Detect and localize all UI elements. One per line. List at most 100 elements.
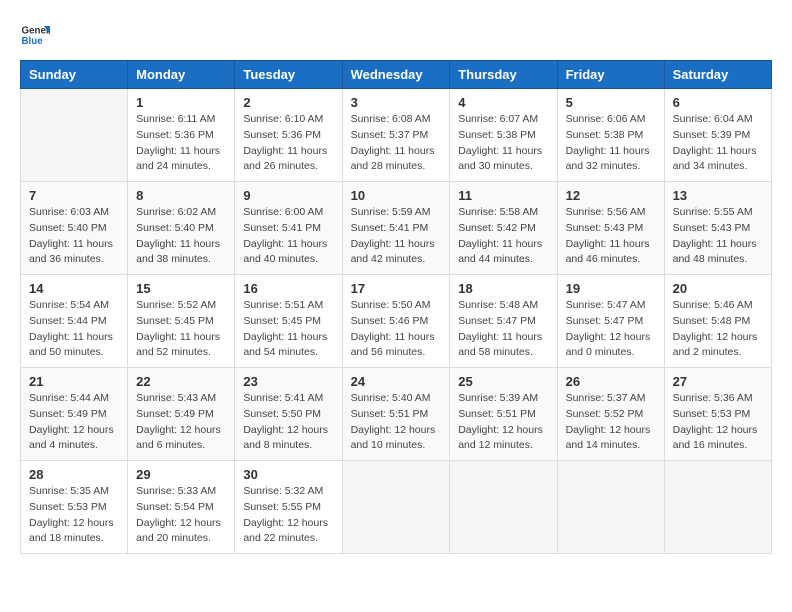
day-detail: Sunrise: 5:33 AMSunset: 5:54 PMDaylight:…: [136, 484, 226, 547]
day-detail: Sunrise: 5:48 AMSunset: 5:47 PMDaylight:…: [458, 298, 548, 361]
day-detail: Sunrise: 5:47 AMSunset: 5:47 PMDaylight:…: [566, 298, 656, 361]
calendar-cell: 18 Sunrise: 5:48 AMSunset: 5:47 PMDaylig…: [450, 275, 557, 368]
calendar-cell: 9 Sunrise: 6:00 AMSunset: 5:41 PMDayligh…: [235, 182, 342, 275]
calendar-cell: 25 Sunrise: 5:39 AMSunset: 5:51 PMDaylig…: [450, 368, 557, 461]
calendar-cell: 27 Sunrise: 5:36 AMSunset: 5:53 PMDaylig…: [664, 368, 771, 461]
day-detail: Sunrise: 5:56 AMSunset: 5:43 PMDaylight:…: [566, 205, 656, 268]
day-number: 24: [351, 374, 442, 389]
day-number: 2: [243, 95, 333, 110]
day-number: 15: [136, 281, 226, 296]
day-number: 17: [351, 281, 442, 296]
calendar-cell: 15 Sunrise: 5:52 AMSunset: 5:45 PMDaylig…: [128, 275, 235, 368]
week-row-1: 1 Sunrise: 6:11 AMSunset: 5:36 PMDayligh…: [21, 89, 772, 182]
day-number: 16: [243, 281, 333, 296]
calendar-cell: 13 Sunrise: 5:55 AMSunset: 5:43 PMDaylig…: [664, 182, 771, 275]
day-number: 18: [458, 281, 548, 296]
day-number: 14: [29, 281, 119, 296]
calendar-cell: 17 Sunrise: 5:50 AMSunset: 5:46 PMDaylig…: [342, 275, 450, 368]
day-detail: Sunrise: 6:08 AMSunset: 5:37 PMDaylight:…: [351, 112, 442, 175]
calendar-cell: [21, 89, 128, 182]
logo: General Blue: [20, 20, 50, 50]
day-number: 19: [566, 281, 656, 296]
day-detail: Sunrise: 5:37 AMSunset: 5:52 PMDaylight:…: [566, 391, 656, 454]
day-detail: Sunrise: 5:41 AMSunset: 5:50 PMDaylight:…: [243, 391, 333, 454]
day-number: 4: [458, 95, 548, 110]
day-detail: Sunrise: 6:04 AMSunset: 5:39 PMDaylight:…: [673, 112, 763, 175]
day-number: 28: [29, 467, 119, 482]
day-detail: Sunrise: 5:39 AMSunset: 5:51 PMDaylight:…: [458, 391, 548, 454]
day-detail: Sunrise: 5:44 AMSunset: 5:49 PMDaylight:…: [29, 391, 119, 454]
week-row-4: 21 Sunrise: 5:44 AMSunset: 5:49 PMDaylig…: [21, 368, 772, 461]
logo-icon: General Blue: [20, 20, 50, 50]
day-number: 9: [243, 188, 333, 203]
week-row-2: 7 Sunrise: 6:03 AMSunset: 5:40 PMDayligh…: [21, 182, 772, 275]
calendar-cell: 11 Sunrise: 5:58 AMSunset: 5:42 PMDaylig…: [450, 182, 557, 275]
calendar-cell: 21 Sunrise: 5:44 AMSunset: 5:49 PMDaylig…: [21, 368, 128, 461]
calendar-cell: 29 Sunrise: 5:33 AMSunset: 5:54 PMDaylig…: [128, 461, 235, 554]
day-number: 6: [673, 95, 763, 110]
weekday-header-sunday: Sunday: [21, 61, 128, 89]
week-row-5: 28 Sunrise: 5:35 AMSunset: 5:53 PMDaylig…: [21, 461, 772, 554]
calendar-cell: 22 Sunrise: 5:43 AMSunset: 5:49 PMDaylig…: [128, 368, 235, 461]
day-detail: Sunrise: 5:40 AMSunset: 5:51 PMDaylight:…: [351, 391, 442, 454]
calendar-cell: 28 Sunrise: 5:35 AMSunset: 5:53 PMDaylig…: [21, 461, 128, 554]
calendar-cell: 23 Sunrise: 5:41 AMSunset: 5:50 PMDaylig…: [235, 368, 342, 461]
calendar-cell: 8 Sunrise: 6:02 AMSunset: 5:40 PMDayligh…: [128, 182, 235, 275]
day-detail: Sunrise: 6:02 AMSunset: 5:40 PMDaylight:…: [136, 205, 226, 268]
day-detail: Sunrise: 5:50 AMSunset: 5:46 PMDaylight:…: [351, 298, 442, 361]
calendar-cell: [342, 461, 450, 554]
day-detail: Sunrise: 5:58 AMSunset: 5:42 PMDaylight:…: [458, 205, 548, 268]
day-number: 27: [673, 374, 763, 389]
day-number: 1: [136, 95, 226, 110]
calendar-cell: [664, 461, 771, 554]
day-number: 7: [29, 188, 119, 203]
weekday-header-row: SundayMondayTuesdayWednesdayThursdayFrid…: [21, 61, 772, 89]
day-number: 23: [243, 374, 333, 389]
calendar-cell: [557, 461, 664, 554]
day-number: 11: [458, 188, 548, 203]
day-detail: Sunrise: 6:00 AMSunset: 5:41 PMDaylight:…: [243, 205, 333, 268]
weekday-header-tuesday: Tuesday: [235, 61, 342, 89]
calendar-cell: [450, 461, 557, 554]
day-detail: Sunrise: 5:32 AMSunset: 5:55 PMDaylight:…: [243, 484, 333, 547]
calendar-cell: 3 Sunrise: 6:08 AMSunset: 5:37 PMDayligh…: [342, 89, 450, 182]
day-detail: Sunrise: 5:46 AMSunset: 5:48 PMDaylight:…: [673, 298, 763, 361]
weekday-header-wednesday: Wednesday: [342, 61, 450, 89]
day-detail: Sunrise: 5:55 AMSunset: 5:43 PMDaylight:…: [673, 205, 763, 268]
calendar-cell: 19 Sunrise: 5:47 AMSunset: 5:47 PMDaylig…: [557, 275, 664, 368]
header: General Blue: [20, 20, 772, 50]
svg-text:Blue: Blue: [22, 36, 44, 47]
weekday-header-saturday: Saturday: [664, 61, 771, 89]
calendar-cell: 12 Sunrise: 5:56 AMSunset: 5:43 PMDaylig…: [557, 182, 664, 275]
calendar-cell: 30 Sunrise: 5:32 AMSunset: 5:55 PMDaylig…: [235, 461, 342, 554]
calendar-cell: 6 Sunrise: 6:04 AMSunset: 5:39 PMDayligh…: [664, 89, 771, 182]
day-detail: Sunrise: 6:06 AMSunset: 5:38 PMDaylight:…: [566, 112, 656, 175]
calendar-cell: 1 Sunrise: 6:11 AMSunset: 5:36 PMDayligh…: [128, 89, 235, 182]
calendar-cell: 26 Sunrise: 5:37 AMSunset: 5:52 PMDaylig…: [557, 368, 664, 461]
week-row-3: 14 Sunrise: 5:54 AMSunset: 5:44 PMDaylig…: [21, 275, 772, 368]
day-number: 12: [566, 188, 656, 203]
day-number: 5: [566, 95, 656, 110]
day-number: 21: [29, 374, 119, 389]
calendar-cell: 20 Sunrise: 5:46 AMSunset: 5:48 PMDaylig…: [664, 275, 771, 368]
calendar-cell: 5 Sunrise: 6:06 AMSunset: 5:38 PMDayligh…: [557, 89, 664, 182]
day-detail: Sunrise: 5:54 AMSunset: 5:44 PMDaylight:…: [29, 298, 119, 361]
day-number: 30: [243, 467, 333, 482]
weekday-header-monday: Monday: [128, 61, 235, 89]
day-detail: Sunrise: 6:07 AMSunset: 5:38 PMDaylight:…: [458, 112, 548, 175]
day-number: 8: [136, 188, 226, 203]
day-detail: Sunrise: 5:43 AMSunset: 5:49 PMDaylight:…: [136, 391, 226, 454]
day-detail: Sunrise: 6:11 AMSunset: 5:36 PMDaylight:…: [136, 112, 226, 175]
calendar-cell: 2 Sunrise: 6:10 AMSunset: 5:36 PMDayligh…: [235, 89, 342, 182]
day-number: 13: [673, 188, 763, 203]
day-number: 10: [351, 188, 442, 203]
day-detail: Sunrise: 5:51 AMSunset: 5:45 PMDaylight:…: [243, 298, 333, 361]
day-detail: Sunrise: 5:59 AMSunset: 5:41 PMDaylight:…: [351, 205, 442, 268]
day-detail: Sunrise: 6:03 AMSunset: 5:40 PMDaylight:…: [29, 205, 119, 268]
calendar-cell: 24 Sunrise: 5:40 AMSunset: 5:51 PMDaylig…: [342, 368, 450, 461]
day-number: 3: [351, 95, 442, 110]
day-detail: Sunrise: 5:35 AMSunset: 5:53 PMDaylight:…: [29, 484, 119, 547]
day-detail: Sunrise: 6:10 AMSunset: 5:36 PMDaylight:…: [243, 112, 333, 175]
day-detail: Sunrise: 5:52 AMSunset: 5:45 PMDaylight:…: [136, 298, 226, 361]
calendar-cell: 4 Sunrise: 6:07 AMSunset: 5:38 PMDayligh…: [450, 89, 557, 182]
